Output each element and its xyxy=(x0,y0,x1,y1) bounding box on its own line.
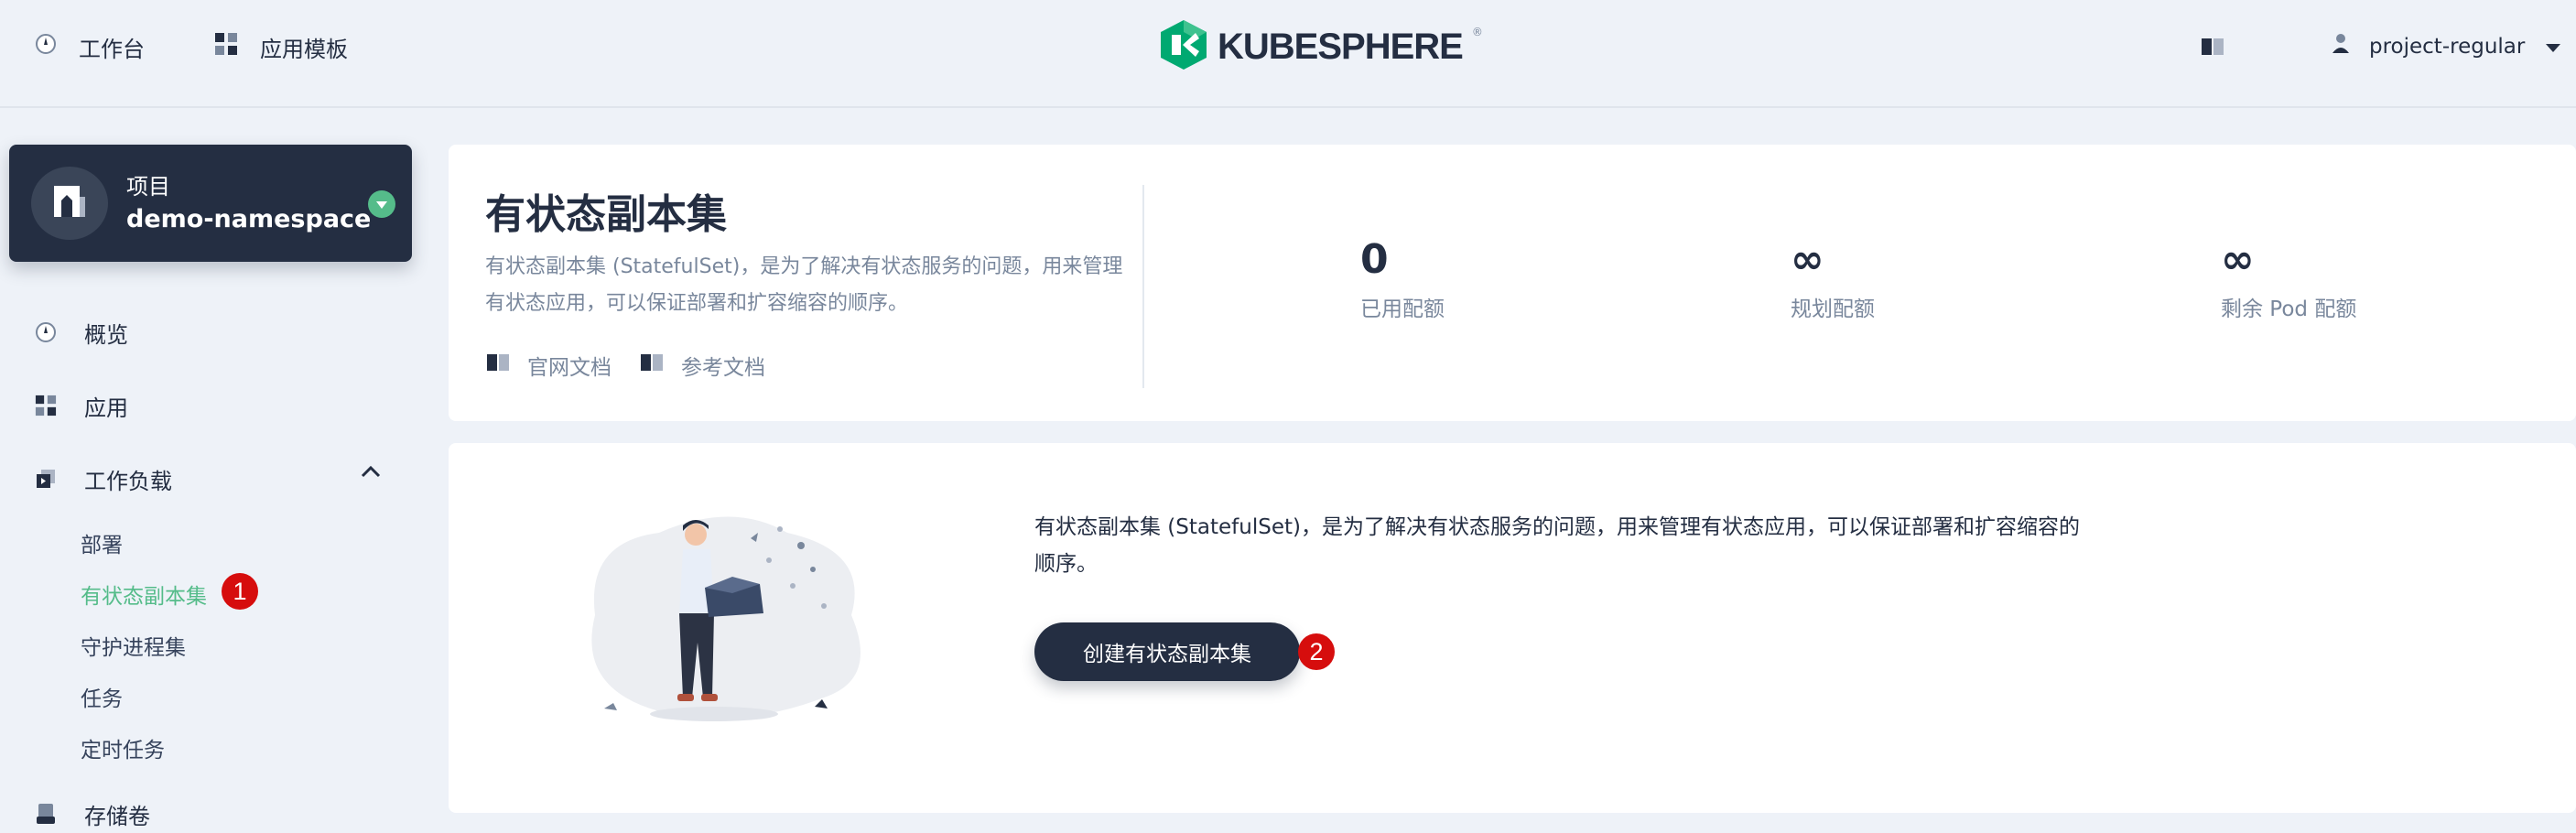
official-docs-label: 官网文档 xyxy=(527,356,612,380)
empty-state-card: 有状态副本集 (StatefulSet)，是为了解决有状态服务的问题，用来管理有… xyxy=(449,443,2576,813)
header-divider xyxy=(1142,185,1144,388)
project-dropdown-button[interactable] xyxy=(368,190,395,218)
top-navbar: 工作台 应用模板 KUBESPHERE ® project-regular xyxy=(0,0,2576,108)
sidebar-subitem-cronjobs[interactable]: 定时任务 xyxy=(81,732,165,763)
project-selector-card[interactable]: 项目 demo-namespace xyxy=(9,145,412,262)
project-icon xyxy=(52,184,87,222)
sidebar-subitem-deployments[interactable]: 部署 xyxy=(81,527,123,558)
nav-app-templates[interactable]: 应用模板 xyxy=(214,31,348,62)
sidebar-item-overview[interactable]: 概览 xyxy=(35,317,128,348)
username: project-regular xyxy=(2369,35,2526,59)
page-title: 有状态副本集 xyxy=(485,191,727,238)
step-badge-1: 1 xyxy=(222,573,258,610)
sidebar-item-label: 工作负载 xyxy=(84,468,172,494)
create-statefulset-button[interactable]: 创建有状态副本集 xyxy=(1034,622,1300,681)
logo-text: KUBESPHERE xyxy=(1218,26,1464,67)
kubesphere-logo-icon xyxy=(1159,18,1208,75)
nav-workbench-label: 工作台 xyxy=(79,36,145,62)
user-menu[interactable]: project-regular xyxy=(2332,31,2561,62)
sidebar-subitem-jobs[interactable]: 任务 xyxy=(81,681,123,712)
quota-planned-value: ∞ xyxy=(1791,235,1824,283)
user-icon xyxy=(2332,33,2349,60)
workload-icon xyxy=(35,468,57,490)
sidebar-item-workloads[interactable]: 工作负载 xyxy=(35,463,172,494)
logo-registered-mark: ® xyxy=(1471,26,1483,38)
quota-planned: ∞ 规划配额 xyxy=(1791,236,1875,322)
sidebar-subitem-statefulsets[interactable]: 有状态副本集 xyxy=(81,579,207,610)
project-label: 项目 xyxy=(126,174,170,200)
quota-planned-label: 规划配额 xyxy=(1791,298,1875,321)
reference-docs-link[interactable]: 参考文档 xyxy=(639,350,765,381)
empty-state-description: 有状态副本集 (StatefulSet)，是为了解决有状态服务的问题，用来管理有… xyxy=(1034,515,2080,576)
apps-icon xyxy=(214,32,238,61)
quota-remaining-label: 剩余 Pod 配额 xyxy=(2221,298,2357,321)
chevron-up-icon[interactable] xyxy=(361,464,381,481)
book-icon xyxy=(2201,38,2224,60)
quota-used-label: 已用配额 xyxy=(1360,298,1445,321)
dashboard-icon xyxy=(35,33,57,60)
page-header-card: 有状态副本集 有状态副本集 (StatefulSet)，是为了解决有状态服务的问… xyxy=(449,145,2576,421)
step-badge-2: 2 xyxy=(1298,633,1335,670)
official-docs-link[interactable]: 官网文档 xyxy=(485,350,612,381)
quota-used: 0 已用配额 xyxy=(1360,236,1445,322)
project-name: demo-namespace xyxy=(126,205,372,233)
dashboard-icon xyxy=(35,321,57,343)
toolbox-button[interactable] xyxy=(2201,37,2224,60)
caret-down-icon xyxy=(375,196,388,213)
caret-down-icon xyxy=(2545,35,2561,59)
quota-used-value: 0 xyxy=(1360,235,1389,283)
doc-links: 官网文档 参考文档 xyxy=(485,350,765,381)
sidebar-item-volumes[interactable]: 存储卷 xyxy=(35,798,150,829)
sidebar-item-apps[interactable]: 应用 xyxy=(35,390,128,421)
empty-box-illustration xyxy=(577,505,879,738)
page-description: 有状态副本集 (StatefulSet)，是为了解决有状态服务的问题，用来管理有… xyxy=(485,255,1123,315)
apps-icon xyxy=(35,395,57,416)
sidebar-item-label: 应用 xyxy=(84,395,128,421)
sidebar-item-label: 存储卷 xyxy=(84,803,150,829)
nav-workbench[interactable]: 工作台 xyxy=(35,31,145,62)
quota-remaining: ∞ 剩余 Pod 配额 xyxy=(2221,236,2356,322)
project-avatar xyxy=(31,167,108,240)
book-icon xyxy=(485,352,511,378)
book-icon xyxy=(639,352,665,378)
nav-app-templates-label: 应用模板 xyxy=(260,36,348,62)
kubesphere-logo[interactable]: KUBESPHERE ® xyxy=(1159,20,1483,73)
sidebar-subitem-daemonsets[interactable]: 守护进程集 xyxy=(81,630,186,661)
storage-icon xyxy=(35,803,57,825)
sidebar-item-label: 概览 xyxy=(84,321,128,348)
quota-remaining-value: ∞ xyxy=(2221,235,2255,283)
reference-docs-label: 参考文档 xyxy=(681,356,765,380)
